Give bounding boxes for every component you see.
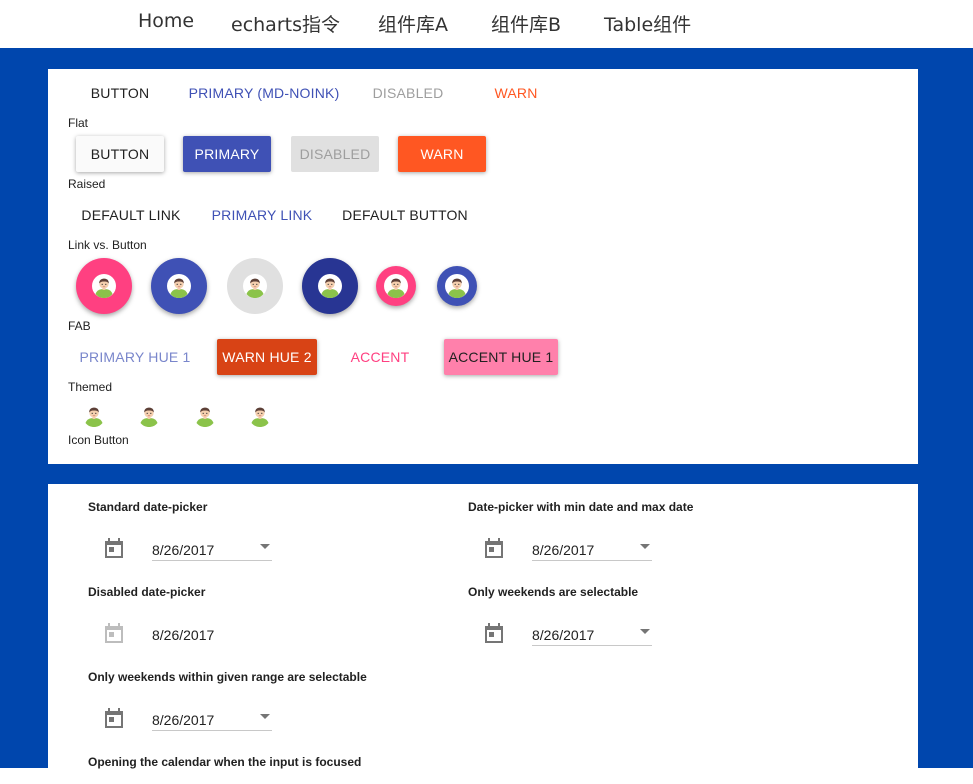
avatar-icon: [318, 274, 342, 298]
nav-item-table[interactable]: Table组件: [604, 10, 691, 37]
calendar-icon: [105, 623, 123, 643]
raised-primary-button[interactable]: Primary: [183, 136, 271, 172]
avatar-icon: [167, 274, 191, 298]
datepicker-label: Date-picker with min date and max date: [468, 500, 694, 514]
date-input[interactable]: 8/26/2017: [532, 536, 652, 561]
nav-item-components-b[interactable]: 组件库B: [491, 10, 561, 37]
dropdown-arrow-icon[interactable]: [640, 544, 650, 549]
fab-caption: FAB: [68, 319, 91, 333]
nav-item-components-a[interactable]: 组件库A: [378, 10, 448, 37]
flat-warn-button[interactable]: Warn: [472, 75, 560, 111]
buttons-card: Button Primary (md-noink) Disabled Warn …: [48, 69, 918, 464]
calendar-icon[interactable]: [485, 538, 503, 558]
warn-hue2-button[interactable]: Warn Hue 2: [217, 339, 317, 375]
primary-link[interactable]: Primary Link: [204, 197, 320, 233]
accent-button[interactable]: Accent: [336, 339, 424, 375]
dropdown-arrow-icon[interactable]: [260, 544, 270, 549]
primary-hue1-button[interactable]: Primary Hue 1: [74, 339, 196, 375]
avatar-icon: [243, 274, 267, 298]
icon-button-caption: Icon Button: [68, 433, 129, 447]
datepicker-label: Opening the calendar when the input is f…: [88, 755, 362, 769]
fab-mini-accent-button[interactable]: [376, 266, 416, 306]
raised-warn-button[interactable]: Warn: [398, 136, 486, 172]
themed-caption: Themed: [68, 380, 113, 394]
default-button[interactable]: Default Button: [336, 197, 474, 233]
flat-disabled-button: Disabled: [372, 85, 444, 101]
raised-disabled-button: Disabled: [291, 136, 379, 172]
calendar-icon[interactable]: [105, 708, 123, 728]
avatar-icon[interactable]: [137, 403, 161, 427]
date-input[interactable]: 8/26/2017: [532, 621, 652, 646]
avatar-icon: [92, 274, 116, 298]
datepicker-label: Only weekends within given range are sel…: [88, 670, 367, 684]
accent-hue1-button[interactable]: Accent Hue 1: [444, 339, 558, 375]
nav-item-echarts[interactable]: echarts指令: [231, 10, 340, 37]
flat-primary-button[interactable]: Primary (md-noink): [182, 75, 346, 111]
avatar-icon: [445, 274, 469, 298]
link-vs-button-caption: Link vs. Button: [68, 238, 147, 252]
default-link[interactable]: Default Link: [74, 197, 188, 233]
nav-item-home[interactable]: Home: [138, 10, 194, 32]
fab-mini-primary-button[interactable]: [437, 266, 477, 306]
top-nav: Home echarts指令 组件库A 组件库B Table组件: [0, 0, 973, 48]
fab-primary-dark-button[interactable]: [302, 258, 358, 314]
flat-button[interactable]: Button: [76, 75, 164, 111]
raised-button[interactable]: Button: [76, 136, 164, 172]
flat-caption: Flat: [68, 116, 89, 130]
fab-accent-button[interactable]: [76, 258, 132, 314]
avatar-icon[interactable]: [193, 403, 217, 427]
dropdown-arrow-icon[interactable]: [640, 629, 650, 634]
calendar-icon[interactable]: [105, 538, 123, 558]
avatar-icon: [384, 274, 408, 298]
fab-disabled-button: [227, 258, 283, 314]
dropdown-arrow-icon[interactable]: [260, 714, 270, 719]
date-input-disabled: 8/26/2017: [152, 627, 215, 643]
date-input[interactable]: 8/26/2017: [152, 536, 272, 561]
date-input[interactable]: 8/26/2017: [152, 706, 272, 731]
datepicker-label: Only weekends are selectable: [468, 585, 639, 599]
calendar-icon[interactable]: [485, 623, 503, 643]
raised-caption: Raised: [68, 177, 106, 191]
fab-primary-button[interactable]: [151, 258, 207, 314]
datepicker-label: Disabled date-picker: [88, 585, 206, 599]
avatar-icon[interactable]: [248, 403, 272, 427]
avatar-icon[interactable]: [82, 403, 106, 427]
datepicker-card: Standard date-picker 8/26/2017 Date-pick…: [48, 484, 918, 784]
datepicker-label: Standard date-picker: [88, 500, 208, 514]
